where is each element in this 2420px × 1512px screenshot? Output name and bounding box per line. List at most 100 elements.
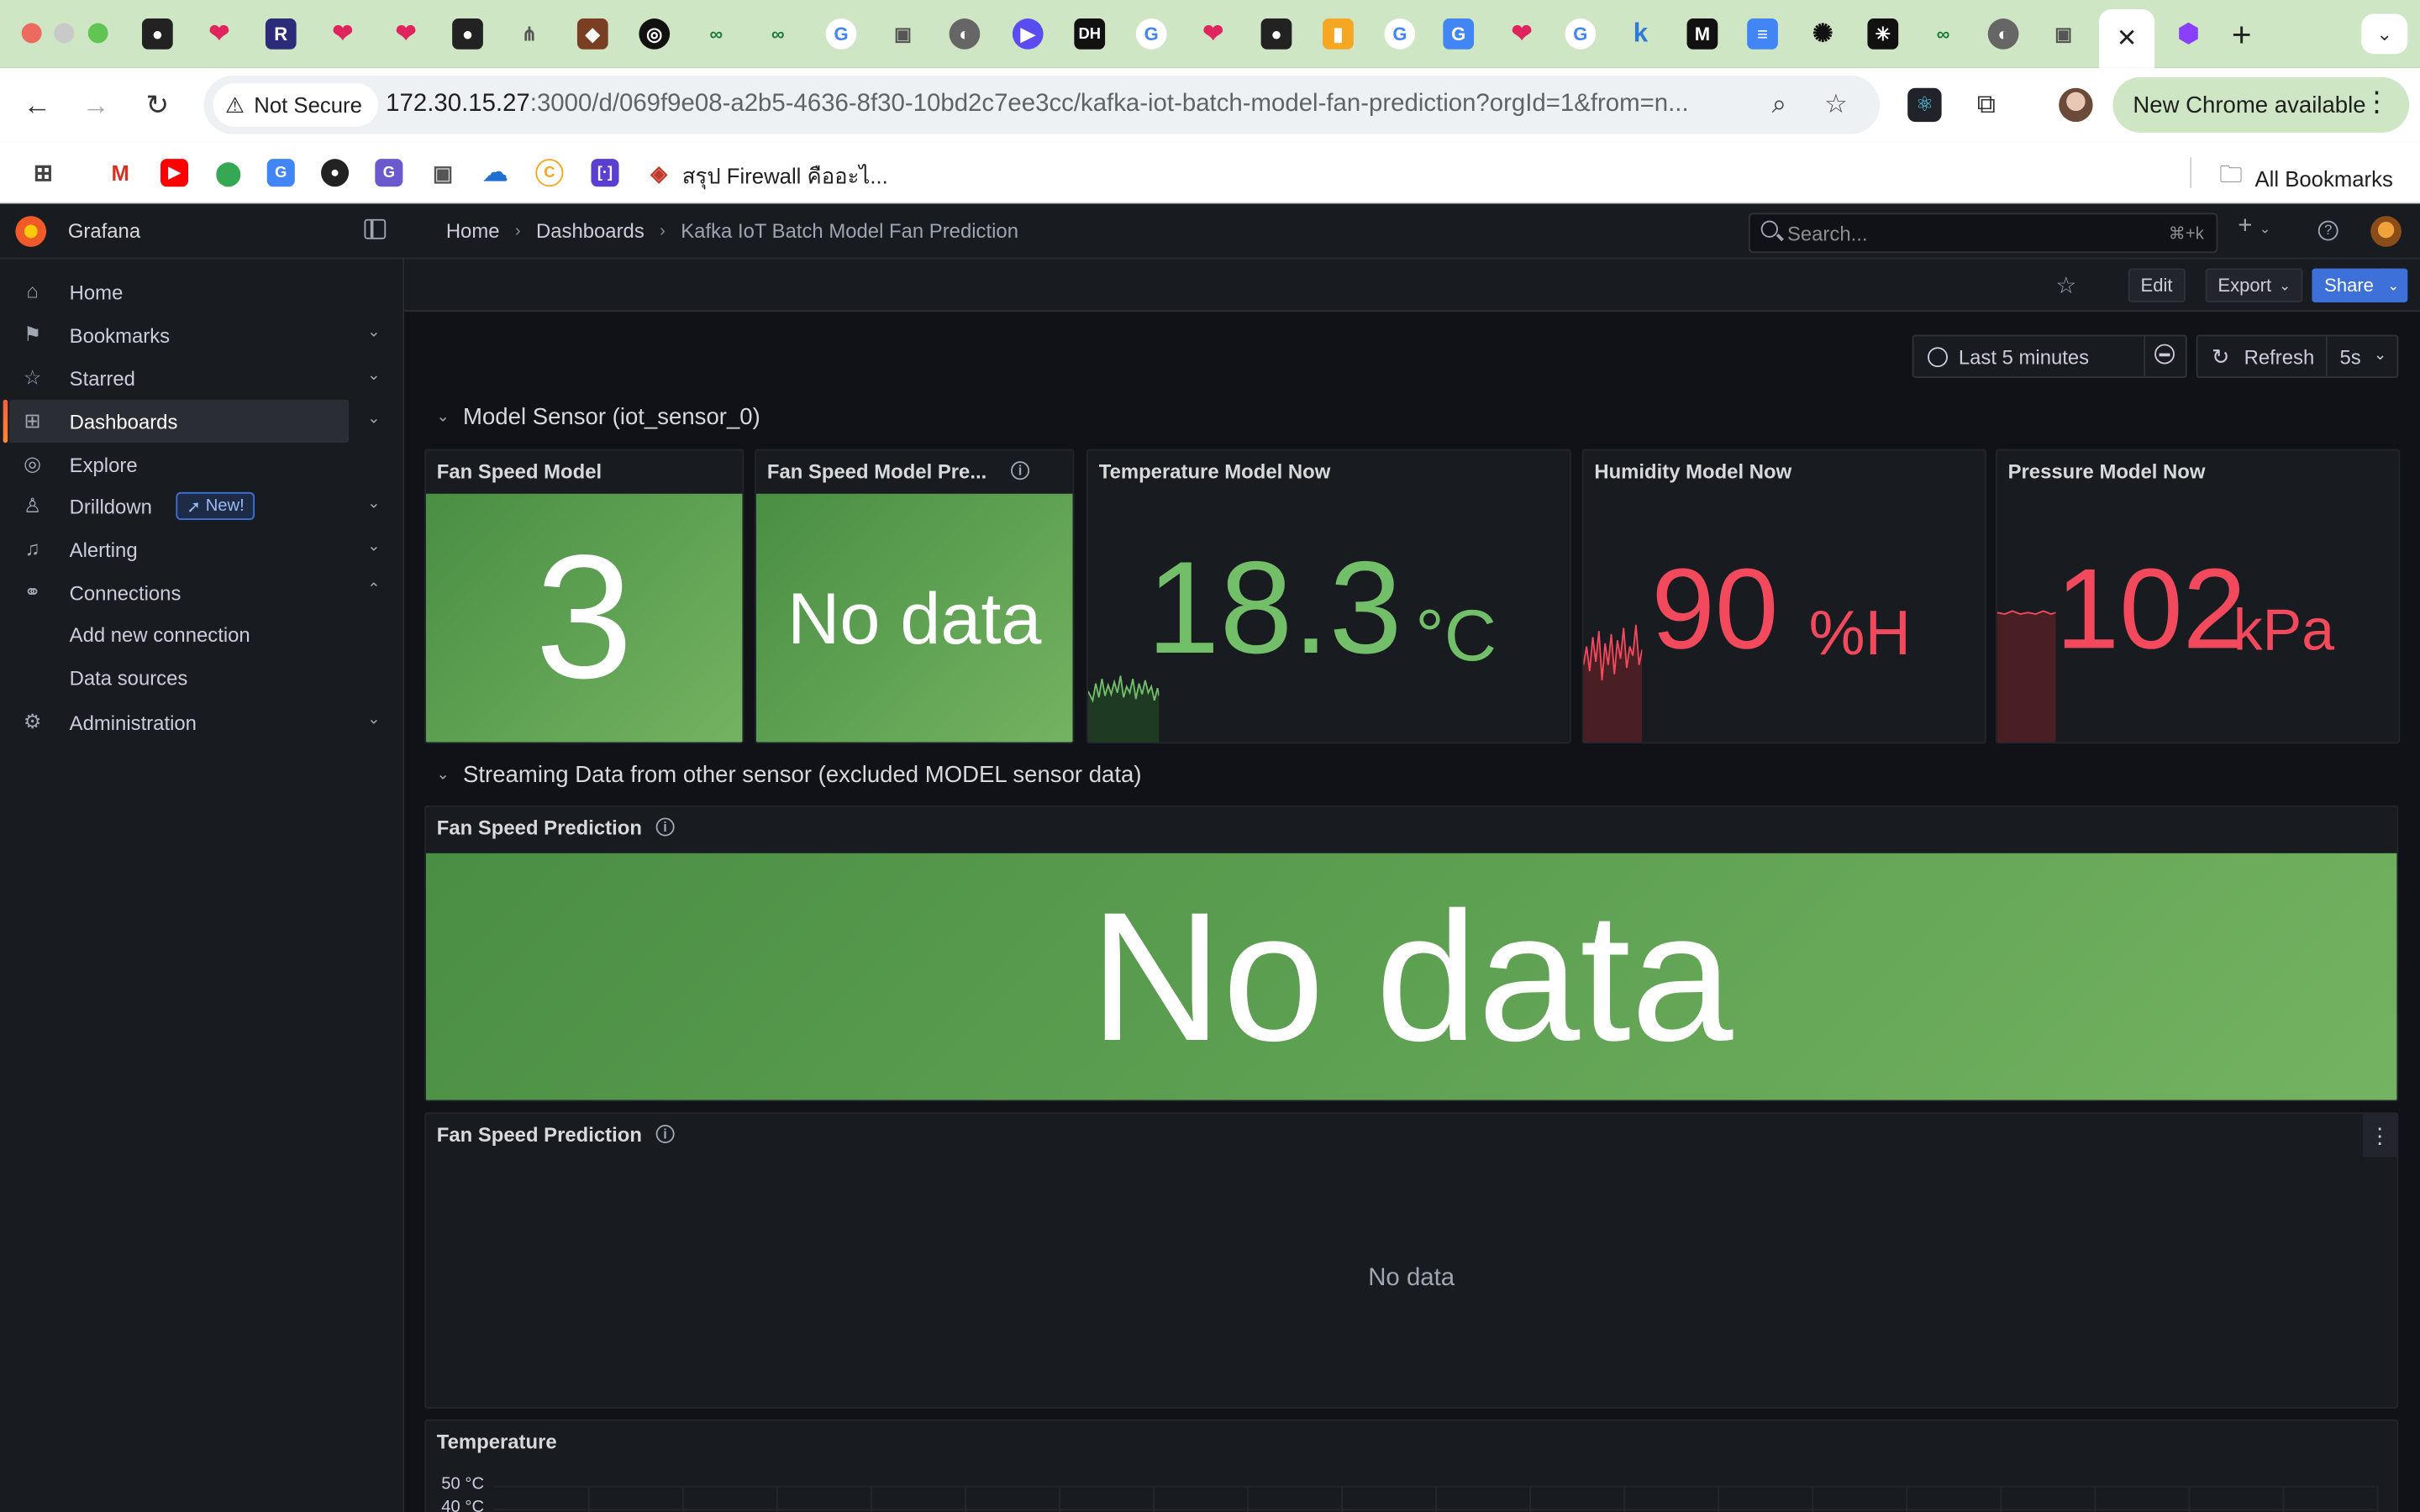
zoom-window-icon[interactable] [87, 23, 108, 44]
translate-tab-icon[interactable]: G [1443, 18, 1475, 50]
breadcrumb-home[interactable]: Home [446, 219, 500, 243]
grafana-logo-icon[interactable] [15, 216, 47, 247]
breadcrumb-dashboards[interactable]: Dashboards [536, 219, 644, 243]
google-tab-icon[interactable]: G [1565, 18, 1597, 50]
link-tab-icon[interactable]: ∞ [701, 18, 732, 50]
extensions-icon[interactable]: ⧉ [1970, 88, 2003, 122]
heart-tab-icon[interactable]: ❤ [1197, 18, 1228, 50]
panel-fan-speed-model[interactable]: Fan Speed Model 3 [424, 449, 744, 744]
globe-tab-icon[interactable]: ◐ [1987, 18, 2019, 50]
gem-tab-icon[interactable]: ⬢ [2173, 18, 2204, 50]
apps-grid-icon[interactable]: ⊞ [29, 159, 57, 186]
monitor-tab-icon[interactable]: ▣ [887, 18, 918, 50]
sidebar-item-dashboards[interactable]: ⊞ Dashboards ⌄ [3, 399, 381, 444]
info-icon[interactable]: i [1011, 461, 1030, 480]
app-tab-icon[interactable]: ◎ [639, 18, 671, 50]
dh-tab-icon[interactable]: DH [1074, 18, 1106, 50]
maps-icon[interactable]: ⬤ [214, 159, 242, 186]
help-icon[interactable]: ? [2317, 220, 2338, 241]
all-bookmarks-button[interactable]: 🗀 All Bookmarks [2219, 159, 2393, 197]
search-input[interactable]: Search... ⌘+k [1749, 213, 2218, 254]
firewall-icon[interactable]: ◈ [645, 159, 673, 186]
profile-avatar[interactable] [2059, 87, 2093, 123]
sidebar-item-starred[interactable]: ☆ Starred ⌄ [9, 356, 381, 399]
gmail-icon[interactable]: M [107, 159, 134, 186]
panel-temperature-timeseries[interactable]: Temperature 50 °C 40 °C [424, 1419, 2399, 1512]
info-icon[interactable]: i [655, 817, 675, 837]
not-secure-chip[interactable]: ⚠ Not Secure [213, 83, 378, 127]
heart-tab-icon[interactable]: ❤ [1507, 18, 1538, 50]
heart-tab-icon[interactable]: ❤ [327, 18, 358, 50]
star-icon[interactable]: ☆ [2056, 271, 2077, 299]
openai-tab-icon[interactable]: ✺ [1807, 18, 1839, 50]
chevron-down-icon[interactable]: ⌄ [367, 711, 380, 728]
sidebar-item-administration[interactable]: ⚙ Administration ⌄ [9, 701, 381, 743]
monitor-tab-icon[interactable]: ▣ [2048, 18, 2079, 50]
more-menu-icon[interactable]: ⋮ [2363, 87, 2391, 119]
panel-fan-speed-prediction-stat[interactable]: Fan Speed Prediction i No data [424, 805, 2399, 1102]
panel-fan-speed-model-prediction[interactable]: Fan Speed Model Pre... i No data [755, 449, 1075, 744]
heart-tab-icon[interactable]: ❤ [391, 18, 422, 50]
medium-tab-icon[interactable]: M [1686, 18, 1718, 50]
link-tab-icon[interactable]: ∞ [1928, 18, 1959, 50]
github-tab-icon[interactable]: ● [452, 18, 483, 50]
row-model-sensor[interactable]: ⌄ Model Sensor (iot_sensor_0) [432, 404, 760, 430]
reload-icon[interactable]: ↻ [139, 87, 176, 123]
forward-icon[interactable]: → [77, 87, 114, 123]
info-icon[interactable]: i [655, 1124, 675, 1144]
globe-tab-icon[interactable]: ◐ [949, 18, 981, 50]
app-tab-icon[interactable]: ✳ [1867, 18, 1899, 50]
update-chrome-button[interactable]: New Chrome available ⋮ [2112, 76, 2410, 133]
sidebar-item-data-sources[interactable]: Data sources [70, 666, 188, 690]
new-plus-icon[interactable]: + ⌄ [2238, 213, 2270, 240]
url-text[interactable]: 172.30.15.27:3000/d/069f9e08-a2b5-4636-8… [386, 91, 1756, 118]
panel-menu-icon[interactable]: ⋮ [2363, 1114, 2397, 1158]
refresh-interval[interactable]: 5s [2339, 345, 2360, 369]
google-tab-icon[interactable]: G [825, 18, 857, 50]
app-tab-icon[interactable]: R [265, 18, 297, 50]
grammarly-icon[interactable]: G [375, 159, 403, 187]
dock-menu-icon[interactable] [364, 218, 387, 239]
google-tab-icon[interactable]: G [1384, 18, 1416, 50]
grafana-brand[interactable]: Grafana [68, 219, 140, 243]
bracket-icon[interactable]: [·] [591, 159, 619, 187]
chevron-down-icon[interactable]: ⌄ [367, 496, 380, 512]
play-tab-icon[interactable]: ▶ [1012, 18, 1044, 50]
github-tab-icon[interactable]: ● [1260, 18, 1292, 50]
sidebar-item-home[interactable]: ⌂ Home [9, 270, 349, 312]
export-button[interactable]: Export ⌄ [2205, 268, 2303, 303]
active-tab-close-icon[interactable]: ✕ [2098, 9, 2155, 68]
bookmark-star-icon[interactable]: ☆ [1824, 90, 1848, 121]
address-bar[interactable]: ⚠ Not Secure 172.30.15.27:3000/d/069f9e0… [203, 76, 1881, 134]
google-tab-icon[interactable]: G [1135, 18, 1167, 50]
youtube-icon[interactable]: ▶ [160, 159, 189, 187]
panel-fan-speed-prediction-timeseries[interactable]: Fan Speed Prediction i ⋮ No data [424, 1112, 2399, 1409]
zoom-icon[interactable]: ⌕ [1772, 90, 1787, 121]
chevron-down-icon[interactable]: ⌄ [367, 411, 380, 428]
back-icon[interactable]: ← [18, 87, 55, 123]
panel-pressure-now[interactable]: Pressure Model Now 102 kPa [1995, 449, 2401, 744]
chart-tab-icon[interactable]: ▮ [1323, 18, 1354, 50]
panel-humidity-now[interactable]: Humidity Model Now 90 %H [1581, 449, 1986, 744]
chevron-up-icon[interactable]: ⌃ [367, 581, 380, 598]
image-tab-icon[interactable]: ◆ [576, 18, 608, 50]
share-dropdown-button[interactable]: ⌄ [2380, 268, 2407, 303]
close-window-icon[interactable] [21, 23, 42, 44]
user-avatar[interactable] [2370, 216, 2402, 247]
chevron-down-icon[interactable]: ⌄ [367, 367, 380, 384]
tab-search-icon[interactable]: ⌄ [2361, 13, 2408, 55]
new-tab-icon[interactable]: + [2232, 15, 2252, 55]
heart-tab-icon[interactable]: ❤ [203, 18, 234, 50]
react-extension-icon[interactable]: ⚛ [1907, 87, 1942, 123]
github-icon[interactable]: ● [321, 159, 350, 187]
share-button[interactable]: Share [2312, 268, 2386, 303]
row-streaming-data[interactable]: ⌄ Streaming Data from other sensor (excl… [432, 762, 1141, 788]
panel-temperature-now[interactable]: Temperature Model Now 18.3 °C [1086, 449, 1571, 744]
translate-icon[interactable]: G [266, 159, 295, 187]
link-tab-icon[interactable]: ∞ [762, 18, 793, 50]
chevron-down-icon[interactable]: ⌄ [367, 538, 380, 555]
sidebar-item-bookmarks[interactable]: ⚑ Bookmarks ⌄ [9, 313, 381, 356]
monitor-icon[interactable]: ▣ [429, 159, 457, 186]
network-tab-icon[interactable]: ⋔ [514, 18, 545, 50]
cloud-icon[interactable]: ☁ [481, 159, 509, 186]
